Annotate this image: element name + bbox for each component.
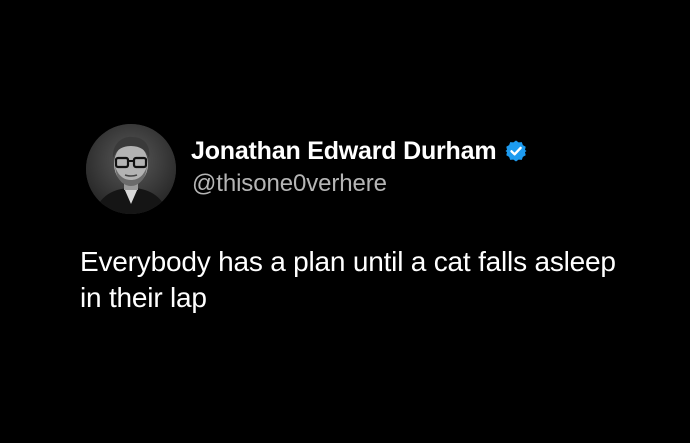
author-display-name[interactable]: Jonathan Edward Durham	[191, 137, 497, 166]
author-handle[interactable]: @thisone0verhere	[192, 170, 387, 198]
tweet-card: Jonathan Edward Durham @thisone0verhere …	[0, 0, 690, 443]
author-name-row: Jonathan Edward Durham	[191, 134, 528, 168]
verified-badge-icon	[504, 139, 528, 163]
profile-photo-icon	[86, 124, 176, 214]
tweet-text: Everybody has a plan until a cat falls a…	[80, 246, 616, 313]
avatar[interactable]	[86, 124, 176, 214]
